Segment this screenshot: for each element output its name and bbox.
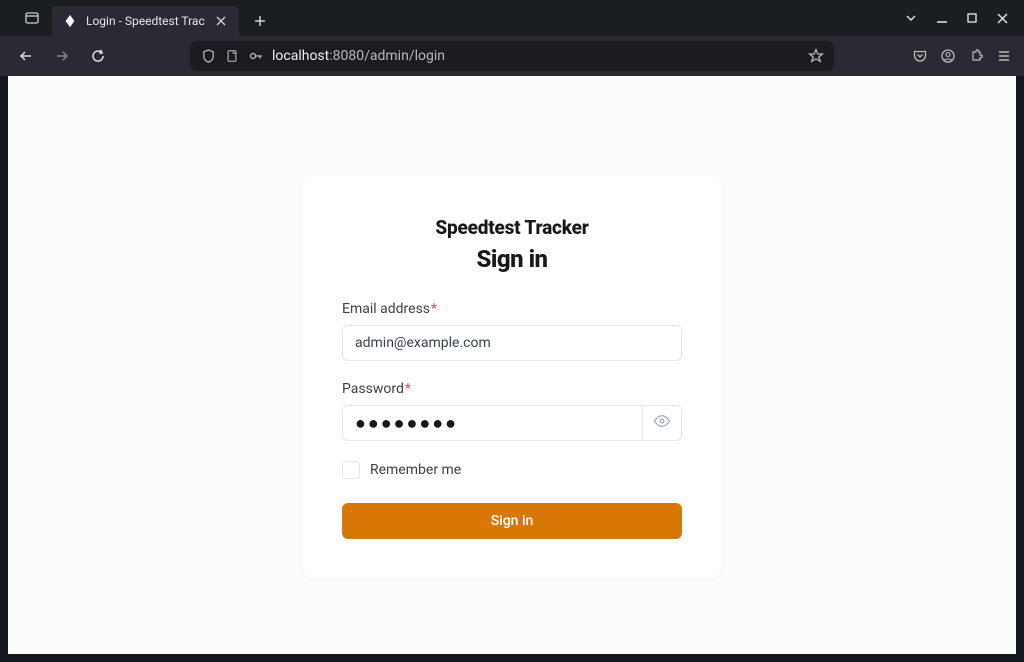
menu-icon[interactable]	[996, 48, 1012, 64]
tabs-list-button[interactable]	[904, 11, 918, 25]
minimize-icon[interactable]	[934, 10, 950, 26]
permissions-key-icon[interactable]	[248, 48, 264, 64]
sign-in-heading: Sign in	[342, 245, 682, 273]
url-text: localhost:8080/admin/login	[272, 48, 800, 64]
remember-label: Remember me	[370, 462, 461, 478]
sidebar-toggle-icon[interactable]	[16, 4, 48, 32]
browser-toolbar: localhost:8080/admin/login	[0, 36, 1024, 76]
tab-favicon-icon	[62, 13, 78, 29]
new-tab-button[interactable]	[245, 6, 275, 36]
login-card: Speedtest Tracker Sign in Email address*…	[302, 176, 722, 579]
password-label: Password*	[342, 381, 682, 397]
tab-title: Login - Speedtest Trac	[86, 14, 205, 28]
back-button[interactable]	[12, 42, 40, 70]
refresh-button[interactable]	[84, 42, 112, 70]
window-controls	[934, 10, 1020, 26]
password-input[interactable]	[342, 405, 642, 441]
close-icon[interactable]	[994, 10, 1010, 26]
page-content: Speedtest Tracker Sign in Email address*…	[8, 76, 1016, 654]
email-label: Email address*	[342, 301, 682, 317]
password-visibility-toggle[interactable]	[642, 405, 682, 441]
forward-button[interactable]	[48, 42, 76, 70]
remember-checkbox[interactable]	[342, 461, 360, 479]
browser-tab[interactable]: Login - Speedtest Trac	[52, 6, 239, 36]
extensions-icon[interactable]	[968, 48, 984, 64]
app-title: Speedtest Tracker	[342, 216, 682, 239]
pocket-icon[interactable]	[912, 48, 928, 64]
email-input[interactable]	[342, 325, 682, 361]
account-icon[interactable]	[940, 48, 956, 64]
sign-in-button[interactable]: Sign in	[342, 503, 682, 539]
maximize-icon[interactable]	[964, 10, 980, 26]
tab-close-icon[interactable]	[213, 13, 229, 29]
titlebar: Login - Speedtest Trac	[0, 0, 1024, 36]
eye-icon	[653, 412, 671, 434]
address-bar[interactable]: localhost:8080/admin/login	[190, 41, 834, 71]
page-icon[interactable]	[224, 48, 240, 64]
shield-icon[interactable]	[200, 48, 216, 64]
bookmark-star-icon[interactable]	[808, 48, 824, 64]
